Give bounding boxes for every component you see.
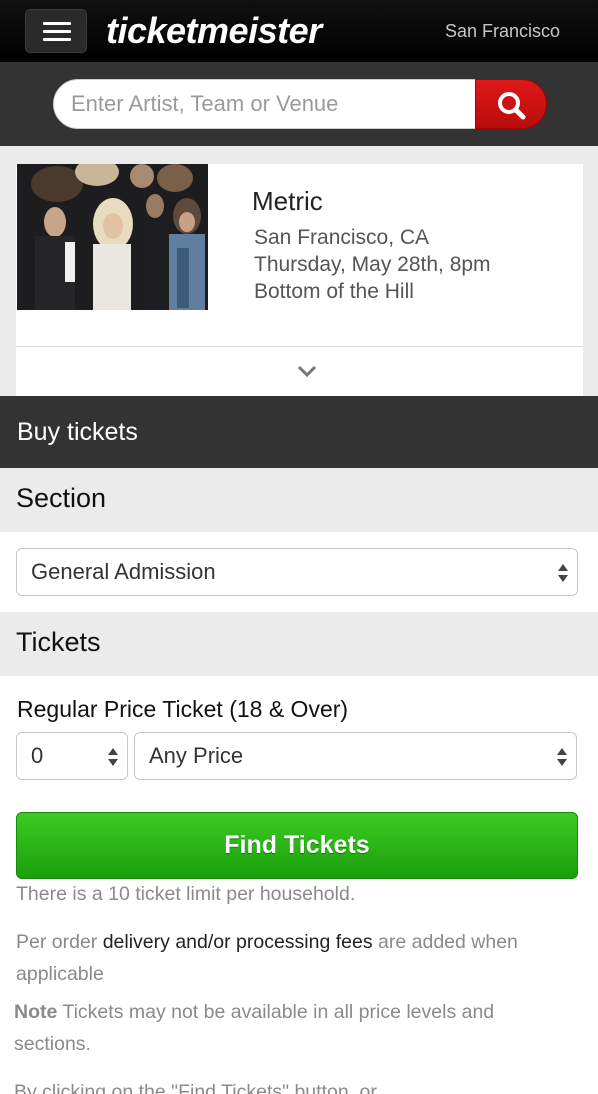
quantity-select[interactable]: 0: [16, 732, 128, 780]
chevron-down-icon: [297, 365, 317, 378]
ticket-limit-note: There is a 10 ticket limit per household…: [16, 883, 356, 905]
event-photo: [17, 164, 208, 310]
ticket-type-label: Regular Price Ticket (18 & Over): [17, 696, 349, 722]
availability-text: Tickets may not be available in all pric…: [14, 1001, 495, 1055]
availability-note: Note Tickets may not be available in all…: [14, 996, 574, 1060]
event-title[interactable]: Metric: [252, 186, 323, 217]
tickets-label: Tickets: [16, 627, 101, 657]
search-input[interactable]: [53, 79, 477, 129]
event-venue: Bottom of the Hill: [254, 280, 414, 303]
section-header: Section: [0, 468, 598, 532]
event-area: Metric San Francisco, CA Thursday, May 2…: [0, 146, 598, 396]
section-select[interactable]: General Admission: [16, 548, 578, 596]
fees-note: Per order delivery and/or processing fee…: [16, 926, 576, 990]
tickets-header: Tickets: [0, 612, 598, 676]
quantity-value: 0: [31, 743, 44, 768]
section-label: Section: [16, 483, 107, 513]
expand-details-toggle[interactable]: [16, 346, 583, 396]
fees-prefix: Per order: [16, 931, 103, 953]
fees-link[interactable]: delivery and/or processing fees: [103, 931, 373, 953]
select-arrows-icon: [108, 748, 118, 766]
terms-note: By clicking on the "Find Tickets" button…: [14, 1081, 377, 1094]
event-datetime: Thursday, May 28th, 8pm: [254, 253, 491, 276]
top-bar: ticketmeister San Francisco: [0, 0, 598, 62]
section-select-value: General Admission: [31, 559, 216, 584]
search-icon: [498, 92, 526, 120]
event-card: Metric San Francisco, CA Thursday, May 2…: [16, 164, 583, 396]
hamburger-icon: [43, 38, 71, 41]
logo[interactable]: ticketmeister: [106, 10, 322, 52]
note-label: Note: [14, 1001, 58, 1023]
select-arrows-icon: [558, 564, 568, 582]
buy-tickets-header: Buy tickets: [0, 396, 598, 468]
price-select[interactable]: Any Price: [134, 732, 577, 780]
price-value: Any Price: [149, 743, 244, 768]
search-bar: [0, 62, 598, 146]
menu-button[interactable]: [25, 9, 87, 53]
city-selector[interactable]: San Francisco: [445, 21, 560, 42]
event-location: San Francisco, CA: [254, 226, 430, 249]
find-tickets-button[interactable]: Find Tickets: [16, 812, 578, 879]
search-button[interactable]: [475, 79, 547, 129]
hamburger-icon: [43, 30, 71, 33]
buy-tickets-title: Buy tickets: [17, 418, 138, 446]
select-arrows-icon: [557, 748, 567, 766]
hamburger-icon: [43, 22, 71, 25]
